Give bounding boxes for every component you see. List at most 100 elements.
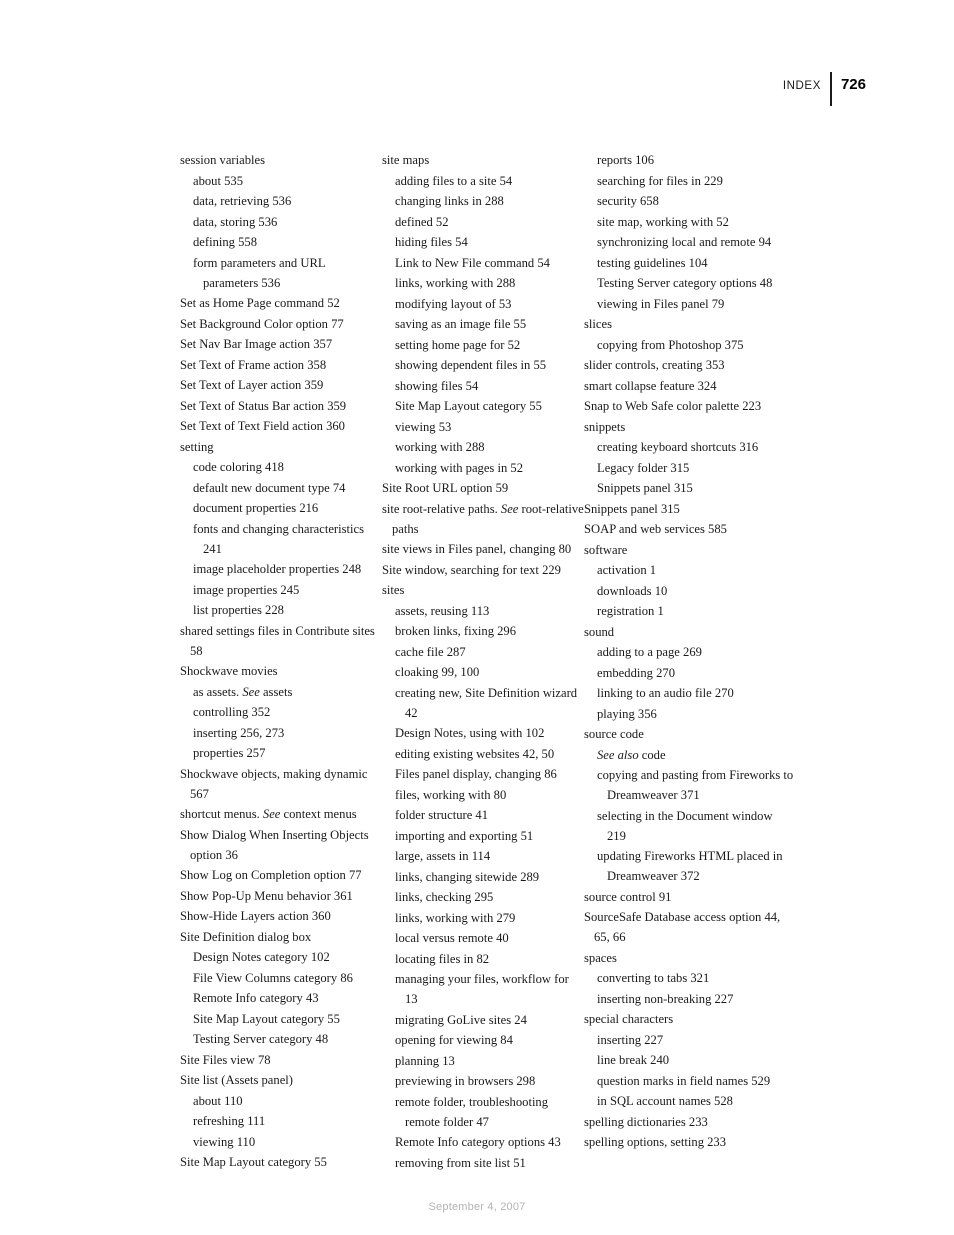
- index-entry: migrating GoLive sites 24: [395, 1012, 527, 1027]
- index-entry: cloaking 99, 100: [395, 665, 480, 679]
- index-entry: Show-Hide Layers action 360: [180, 909, 331, 923]
- cross-reference-marker: See: [262, 807, 281, 821]
- index-entry: saving as an image file 55: [395, 317, 527, 331]
- index-entry: locating files in 82: [395, 951, 490, 966]
- index-column-1: session variables about 535 data, retrievi…: [180, 150, 382, 1173]
- index-entry: Snippets panel 315: [584, 501, 680, 516]
- page-number: 726: [840, 76, 866, 93]
- index-column-3: reports 106 searching for files in 229 sec…: [584, 150, 794, 1173]
- index-entry: converting to tabs 321: [597, 971, 710, 985]
- index-entry: security 658: [597, 194, 659, 208]
- index-entry: site maps: [382, 153, 430, 167]
- index-entry: slider controls, creating 353: [584, 358, 725, 372]
- index-entry: testing guidelines 104: [597, 255, 708, 270]
- index-entry: form parameters and URL parameters 536: [193, 255, 326, 290]
- index-entry: synchronizing local and remote 94: [597, 235, 772, 249]
- index-entry: Design Notes category 102: [193, 950, 330, 964]
- index-entry: copying and pasting from Fireworks to Dr…: [597, 768, 794, 802]
- index-entry: Site window, searching for text 229: [382, 562, 561, 577]
- index-entry: links, checking 295: [395, 890, 494, 904]
- index-entry: Testing Server category 48: [193, 1032, 329, 1046]
- index-entry: default new document type 74: [193, 480, 346, 495]
- index-entry: Site Root URL option 59: [382, 481, 509, 495]
- index-entry: downloads 10: [597, 583, 668, 598]
- index-entry: importing and exporting 51: [395, 828, 534, 843]
- index-entry: fonts and changing characteristics 241: [193, 521, 364, 556]
- index-entry: sites: [382, 583, 405, 597]
- index-entry: Site Map Layout category 55: [395, 399, 542, 413]
- index-entry: working with pages in 52: [395, 460, 524, 475]
- index-entry: playing 356: [597, 706, 657, 721]
- index-entry: links, working with 288: [395, 276, 516, 290]
- index-entry: viewing 53: [395, 419, 452, 434]
- index-entry: Remote Info category options 43: [395, 1135, 561, 1149]
- index-entry: showing files 54: [395, 378, 479, 393]
- index-entry: showing dependent files in 55: [395, 358, 547, 372]
- index-entry: Site Map Layout category 55: [193, 1011, 340, 1026]
- index-entry: spaces: [584, 950, 617, 965]
- index-entry: Show Dialog When Inserting Objects optio…: [180, 827, 369, 862]
- index-entry: working with 288: [395, 440, 485, 454]
- index-entry: shared settings files in Contribute site…: [180, 623, 375, 658]
- index-entry: removing from site list 51: [395, 1155, 526, 1170]
- index-entry: session variables: [180, 153, 265, 167]
- index-entry: Site list (Assets panel): [180, 1073, 293, 1087]
- index-entry: spelling dictionaries 233: [584, 1114, 708, 1129]
- index-entry: defined 52: [395, 214, 449, 229]
- index-entry: updating Fireworks HTML placed in Dreamw…: [597, 849, 783, 883]
- index-entry: special characters: [584, 1012, 674, 1026]
- index-entry: See also code: [597, 747, 666, 762]
- index-entry: Site Files view 78: [180, 1052, 271, 1067]
- index-entry: site views in Files panel, changing 80: [382, 542, 572, 556]
- index-entry: hiding files 54: [395, 235, 468, 249]
- index-entry: folder structure 41: [395, 808, 489, 822]
- index-entry: planning 13: [395, 1053, 455, 1068]
- index-entry: creating keyboard shortcuts 316: [597, 440, 759, 454]
- index-entry: code coloring 418: [193, 460, 284, 474]
- index-entry: activation 1: [597, 563, 657, 577]
- index-entry: File View Columns category 86: [193, 970, 353, 985]
- index-entry: links, working with 279: [395, 910, 516, 925]
- index-entry: as assets. See assets: [193, 684, 293, 699]
- page-footer-date: September 4, 2007: [428, 1201, 526, 1213]
- index-entry: Testing Server category options 48: [597, 276, 773, 290]
- index-entry: modifying layout of 53: [395, 296, 512, 311]
- index-entry: Link to New File command 54: [395, 255, 550, 270]
- index-entry: opening for viewing 84: [395, 1033, 513, 1047]
- index-entry: setting: [180, 439, 214, 454]
- index-entry: software: [584, 542, 628, 557]
- index-entry: searching for files in 229: [597, 173, 723, 188]
- index-entry: SOAP and web services 585: [584, 522, 727, 536]
- index-entry: editing existing websites 42, 50: [395, 746, 555, 761]
- index-entry: Set Nav Bar Image action 357: [180, 337, 333, 351]
- index-entry: Site Map Layout category 55: [180, 1155, 327, 1169]
- index-entry: changing links in 288: [395, 194, 504, 208]
- index-entry: assets, reusing 113: [395, 603, 490, 618]
- index-entry: Set Background Color option 77: [180, 316, 344, 331]
- index-entry: previewing in browsers 298: [395, 1074, 536, 1088]
- header-label: INDEX: [782, 80, 821, 92]
- page-header: INDEX 726: [783, 72, 866, 106]
- index-entry: viewing in Files panel 79: [597, 296, 725, 311]
- cross-reference-marker: See also: [597, 747, 639, 762]
- index-entry: Show Pop-Up Menu behavior 361: [180, 888, 353, 903]
- index-entry: source code: [584, 727, 644, 741]
- index-entry: Set Text of Frame action 358: [180, 357, 327, 372]
- index-entry: files, working with 80: [395, 787, 507, 802]
- index-entry: creating new, Site Definition wizard 42: [395, 685, 578, 720]
- index-entry: adding files to a site 54: [395, 173, 513, 188]
- index-entry: about 110: [193, 1093, 243, 1108]
- index-entry: shortcut menus. See context menus: [180, 807, 357, 821]
- index-entry: remote folder, troubleshooting remote fo…: [395, 1094, 549, 1129]
- index-entry: Snap to Web Safe color palette 223: [584, 399, 762, 413]
- index-entry: Set as Home Page command 52: [180, 296, 340, 310]
- index-entry: Remote Info category 43: [193, 991, 319, 1005]
- index-entry: site root-relative paths. See root-relat…: [382, 501, 584, 536]
- index-entry: defining 558: [193, 235, 258, 249]
- index-entry: smart collapse feature 324: [584, 378, 717, 393]
- index-entry: controlling 352: [193, 705, 271, 719]
- index-entry: line break 240: [597, 1053, 670, 1067]
- index-entry: setting home page for 52: [395, 337, 521, 352]
- index-entry: embedding 270: [597, 665, 675, 680]
- index-entry: inserting 256, 273: [193, 725, 285, 740]
